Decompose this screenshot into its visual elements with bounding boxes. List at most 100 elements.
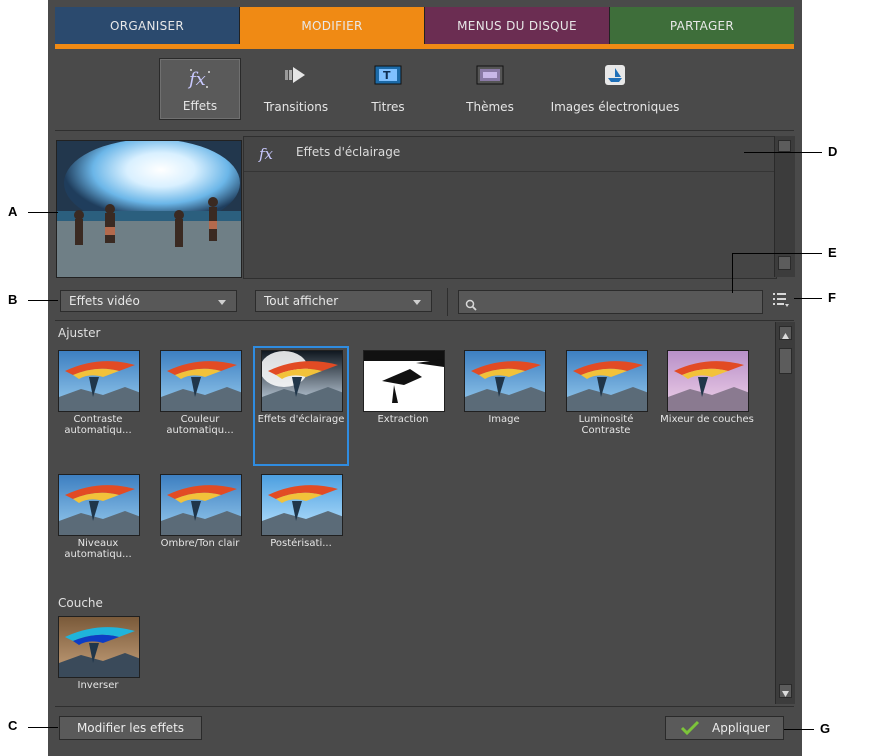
search-input[interactable] bbox=[458, 290, 763, 314]
effect-thumbnail-caption: Luminosité Contraste bbox=[578, 414, 634, 436]
effect-thumbnail[interactable]: Inverser bbox=[50, 612, 146, 702]
effect-thumbnail-caption: Extraction bbox=[377, 414, 429, 425]
edit-effects-label: Modifier les effets bbox=[76, 721, 185, 735]
scroll-down-arrow[interactable] bbox=[779, 684, 792, 698]
workspace-tabs: ORGANISER MODIFIER MENUS DU DISQUE PARTA… bbox=[55, 7, 794, 44]
effect-thumbnail[interactable]: Contraste automatiqu... bbox=[50, 346, 146, 466]
effect-thumbnail-caption: Effets d'éclairage bbox=[257, 414, 345, 425]
toolbar-effets-label: Effets bbox=[182, 99, 218, 113]
callout-f: F bbox=[828, 290, 836, 305]
effect-thumbnail-caption: Mixeur de couches bbox=[660, 414, 754, 425]
fx-icon: fx bbox=[186, 65, 214, 94]
section-label-couche: Couche bbox=[58, 596, 103, 610]
transition-arrow-icon bbox=[283, 64, 309, 89]
edit-effects-button[interactable]: Modifier les effets bbox=[59, 716, 202, 740]
svg-text:T: T bbox=[383, 69, 391, 82]
effect-thumbnail-caption: Couleur automatiqu... bbox=[166, 414, 234, 436]
effect-thumbnail-image bbox=[667, 350, 749, 412]
callout-line bbox=[28, 212, 58, 213]
callout-e: E bbox=[828, 245, 837, 260]
callout-line bbox=[732, 253, 733, 293]
effect-thumbnail[interactable]: Luminosité Contraste bbox=[558, 346, 654, 466]
effect-preview bbox=[56, 139, 242, 278]
callout-line bbox=[744, 152, 822, 153]
callout-c: C bbox=[8, 718, 18, 733]
apply-button[interactable]: Appliquer bbox=[665, 716, 784, 740]
info-scroll-thumb[interactable] bbox=[778, 140, 791, 152]
effect-thumbnail-image bbox=[160, 350, 242, 412]
divider bbox=[55, 320, 794, 321]
effect-info-title: Effets d'éclairage bbox=[296, 145, 401, 159]
effect-thumbnail[interactable]: Ombre/Ton clair bbox=[152, 470, 248, 590]
callout-g: G bbox=[820, 721, 831, 736]
toolbar-transitions-label: Transitions bbox=[263, 100, 329, 114]
effect-thumbnail-caption: Postérisati... bbox=[270, 538, 332, 549]
effect-thumbnail-image bbox=[363, 350, 445, 412]
effect-thumbnail[interactable]: Couleur automatiqu... bbox=[152, 346, 248, 466]
active-tab-indicator bbox=[55, 44, 794, 49]
show-dropdown-value: Tout afficher bbox=[264, 294, 339, 308]
show-dropdown[interactable]: Tout afficher bbox=[255, 290, 432, 312]
callout-a: A bbox=[8, 204, 18, 219]
boat-icon bbox=[602, 64, 628, 89]
fx-icon: fx bbox=[258, 145, 280, 166]
callout-line bbox=[733, 253, 822, 254]
effect-thumbnail[interactable]: Mixeur de couches bbox=[659, 346, 755, 466]
toolbar-themes-label: Thèmes bbox=[466, 100, 514, 114]
chevron-down-icon bbox=[218, 300, 226, 305]
svg-text:fx: fx bbox=[187, 69, 206, 90]
effect-thumbnail[interactable]: Image bbox=[456, 346, 552, 466]
chevron-down-icon bbox=[413, 300, 421, 305]
effect-thumbnail[interactable]: Effets d'éclairage bbox=[253, 346, 349, 466]
callout-line bbox=[28, 300, 58, 301]
svg-text:fx: fx bbox=[258, 145, 274, 163]
preview-image bbox=[57, 139, 241, 277]
tab-menus-du-disque[interactable]: MENUS DU DISQUE bbox=[425, 7, 610, 44]
scroll-up-arrow[interactable] bbox=[779, 326, 792, 340]
divider bbox=[447, 288, 448, 316]
effects-scrollbar[interactable] bbox=[775, 322, 795, 704]
scroll-thumb[interactable] bbox=[779, 348, 792, 374]
callout-line bbox=[784, 729, 814, 730]
effect-thumbnail-caption: Ombre/Ton clair bbox=[160, 538, 240, 549]
apply-label: Appliquer bbox=[712, 721, 770, 735]
toolbar-images-electroniques[interactable]: Images électroniques bbox=[540, 58, 690, 120]
toolbar-titres-label: Titres bbox=[371, 100, 405, 114]
effect-thumbnail-image bbox=[566, 350, 648, 412]
effect-thumbnail-image bbox=[464, 350, 546, 412]
effect-thumbnail[interactable]: Niveaux automatiqu... bbox=[50, 470, 146, 590]
effect-thumbnail[interactable]: Postérisati... bbox=[253, 470, 349, 590]
toolbar-transitions[interactable]: Transitions bbox=[255, 58, 337, 120]
tab-organiser[interactable]: ORGANISER bbox=[55, 7, 240, 44]
effect-thumbnail-image bbox=[261, 474, 343, 536]
theme-icon bbox=[476, 64, 504, 89]
toolbar-titres[interactable]: T Titres bbox=[356, 58, 420, 120]
info-scrollbar[interactable] bbox=[774, 136, 795, 277]
category-dropdown[interactable]: Effets vidéo bbox=[60, 290, 237, 312]
effect-thumbnail-caption: Image bbox=[488, 414, 520, 425]
divider bbox=[55, 706, 794, 707]
list-view-icon[interactable] bbox=[772, 291, 790, 313]
tab-modifier[interactable]: MODIFIER bbox=[240, 7, 425, 44]
toolbar-images-label: Images électroniques bbox=[550, 100, 680, 114]
category-dropdown-value: Effets vidéo bbox=[69, 294, 140, 308]
toolbar-themes[interactable]: Thèmes bbox=[455, 58, 525, 120]
effect-thumbnail-caption: Inverser bbox=[77, 680, 119, 691]
effect-thumbnail-caption: Niveaux automatiqu... bbox=[64, 538, 132, 560]
effect-thumbnail-image bbox=[261, 350, 343, 412]
effect-thumbnail[interactable]: Extraction bbox=[355, 346, 451, 466]
info-scroll-down[interactable] bbox=[778, 256, 791, 270]
effect-thumbnail-image bbox=[58, 350, 140, 412]
effect-info-header: fx Effets d'éclairage bbox=[244, 137, 774, 172]
toolbar-effets[interactable]: fx Effets bbox=[159, 58, 241, 120]
effect-thumbnail-image bbox=[58, 616, 140, 678]
effect-thumbnail-image bbox=[58, 474, 140, 536]
tab-partager[interactable]: PARTAGER bbox=[610, 7, 794, 44]
effect-thumbnail-caption: Contraste automatiqu... bbox=[64, 414, 132, 436]
divider bbox=[55, 130, 794, 131]
effect-thumbnail-image bbox=[160, 474, 242, 536]
callout-b: B bbox=[8, 292, 18, 307]
effect-info-panel: fx Effets d'éclairage bbox=[243, 136, 777, 279]
title-icon: T bbox=[374, 64, 402, 89]
callout-line bbox=[28, 727, 58, 728]
